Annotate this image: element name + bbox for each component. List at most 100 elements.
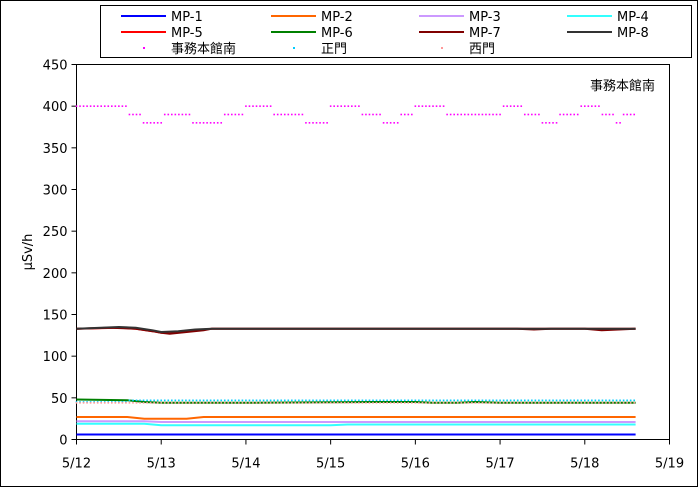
series-9-point	[400, 113, 403, 116]
series-10-point	[351, 399, 353, 402]
series-11-point	[442, 402, 445, 404]
series-11-point	[622, 402, 625, 404]
series-10-point	[495, 399, 498, 402]
series-11-point	[365, 402, 367, 404]
series-10-point	[418, 399, 420, 402]
series-10-point	[132, 399, 134, 402]
series-9-point	[336, 105, 339, 107]
series-10-point	[449, 399, 452, 402]
series-11-point	[262, 402, 265, 404]
series-11-point	[326, 402, 328, 404]
series-10-point	[287, 399, 290, 402]
series-10-point	[594, 399, 597, 402]
series-11-point	[146, 402, 148, 404]
series-10-point	[566, 399, 568, 402]
series-9-point	[605, 113, 607, 116]
series-11-point	[580, 402, 583, 404]
series-11-point	[615, 402, 618, 404]
series-9-point	[333, 105, 335, 107]
series-11-point	[255, 402, 258, 404]
series-11-point	[541, 402, 544, 404]
series-9-point	[428, 105, 431, 107]
series-11-point	[213, 402, 215, 404]
series-10-point	[453, 399, 455, 402]
series-10-point	[478, 399, 480, 402]
series-9-point	[612, 113, 614, 116]
series-9-point	[305, 122, 307, 124]
series-11-point	[354, 402, 357, 404]
series-11-point	[110, 402, 113, 404]
series-10-point	[591, 399, 593, 402]
series-9-point	[587, 105, 590, 107]
series-11-point	[382, 402, 385, 404]
series-9-point	[202, 122, 205, 124]
series-11-point	[185, 402, 187, 404]
legend-swatch	[293, 47, 295, 49]
series-10-point	[460, 399, 463, 402]
series-9-point	[340, 105, 343, 107]
series-11-point	[562, 402, 565, 404]
series-11-point	[195, 402, 198, 404]
series-11-point	[160, 402, 163, 404]
series-9-point	[188, 113, 191, 116]
series-9-point	[280, 113, 283, 116]
series-9-point	[146, 122, 148, 124]
series-11-point	[86, 402, 88, 404]
x-tick-label: 5/15	[316, 457, 345, 472]
series-9-point	[495, 113, 498, 116]
series-9-point	[89, 105, 92, 107]
x-tick-label: 5/13	[147, 457, 176, 472]
series-10-point	[135, 399, 138, 402]
series-10-point	[213, 399, 215, 402]
series-9-point	[209, 122, 212, 124]
series-9-point	[259, 105, 261, 107]
series-9-point	[142, 122, 145, 124]
series-10-point	[280, 399, 283, 402]
series-11-point	[481, 402, 484, 404]
x-tick-label: 5/12	[62, 457, 91, 472]
series-10-point	[298, 399, 300, 402]
series-10-point	[545, 399, 547, 402]
series-11-point	[82, 402, 85, 404]
legend-label: MP-1	[171, 10, 203, 25]
series-9-point	[287, 113, 290, 116]
series-10-point	[368, 399, 371, 402]
series-10-point	[379, 399, 381, 402]
series-11-point	[633, 402, 636, 404]
series-11-point	[163, 402, 166, 404]
series-9-point	[534, 113, 537, 116]
series-10-point	[414, 399, 417, 402]
series-10-point	[188, 399, 191, 402]
series-11-point	[594, 402, 597, 404]
series-11-point	[403, 402, 406, 404]
series-9-point	[361, 113, 364, 116]
series-10-point	[481, 399, 484, 402]
series-9-point	[594, 105, 597, 107]
series-9-point	[460, 113, 463, 116]
series-10-point	[393, 399, 395, 402]
series-11-point	[358, 402, 360, 404]
series-11-point	[287, 402, 290, 404]
series-9-point	[329, 105, 332, 107]
series-11-point	[273, 402, 275, 404]
series-11-point	[231, 402, 233, 404]
series-11-point	[347, 402, 350, 404]
series-9-point	[220, 122, 223, 124]
series-11-point	[474, 402, 477, 404]
series-11-point	[135, 402, 138, 404]
series-9-point	[432, 105, 434, 107]
series-9-point	[308, 122, 311, 124]
series-9-point	[552, 122, 554, 124]
series-10-point	[629, 399, 632, 402]
series-9-point	[629, 113, 632, 116]
series-11-point	[245, 402, 247, 404]
series-9-point	[393, 122, 395, 124]
series-9-point	[386, 122, 388, 124]
series-10-point	[160, 399, 163, 402]
series-11-point	[132, 402, 134, 404]
series-11-point	[188, 402, 191, 404]
y-tick-label: 350	[43, 142, 68, 157]
series-9-point	[181, 113, 184, 116]
series-9-point	[266, 105, 268, 107]
series-9-point	[245, 105, 247, 107]
